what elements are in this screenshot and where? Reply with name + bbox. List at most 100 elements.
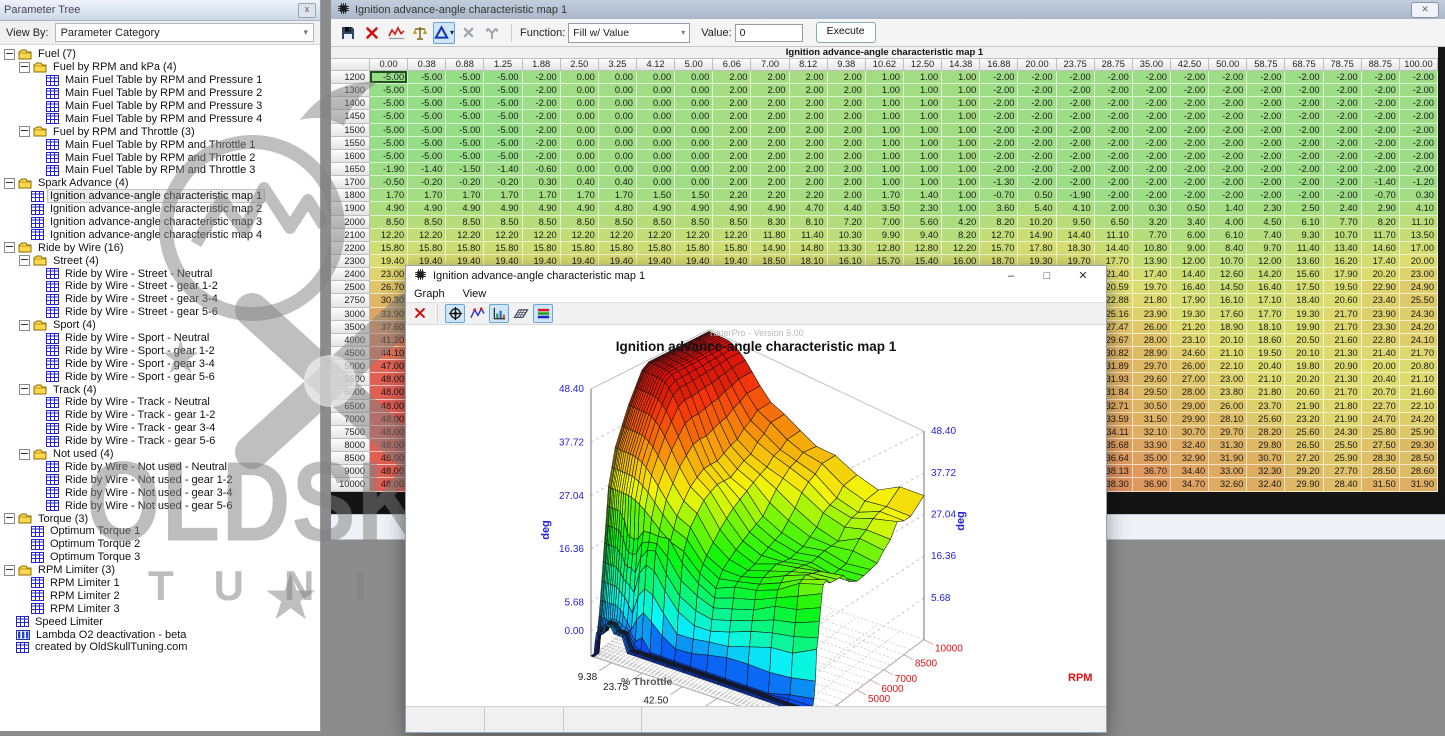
table-cell[interactable]: 48.00 bbox=[370, 426, 408, 439]
column-header[interactable]: 35.00 bbox=[1133, 59, 1171, 71]
table-cell[interactable]: -5.00 bbox=[370, 110, 408, 123]
table-cell[interactable]: 16.20 bbox=[1324, 255, 1362, 268]
table-cell[interactable]: 10.70 bbox=[1209, 255, 1247, 268]
table-cell[interactable]: 0.00 bbox=[675, 84, 713, 97]
expander-icon[interactable] bbox=[19, 126, 30, 137]
table-cell[interactable]: 12.80 bbox=[866, 242, 904, 255]
table-cell[interactable]: 25.90 bbox=[1400, 426, 1438, 439]
table-cell[interactable]: 14.40 bbox=[1057, 229, 1095, 242]
table-cell[interactable]: 0.00 bbox=[675, 150, 713, 163]
column-header[interactable]: 28.75 bbox=[1095, 59, 1133, 71]
table-cell[interactable]: 1.00 bbox=[942, 124, 980, 137]
table-cell[interactable]: 2.20 bbox=[790, 189, 828, 202]
save-icon[interactable] bbox=[337, 22, 359, 44]
table-cell[interactable]: 24.20 bbox=[1400, 413, 1438, 426]
table-cell[interactable]: 19.90 bbox=[1285, 321, 1323, 334]
table-cell[interactable]: 29.30 bbox=[1400, 439, 1438, 452]
table-cell[interactable]: 19.70 bbox=[1133, 281, 1171, 294]
table-cell[interactable]: 2.00 bbox=[828, 124, 866, 137]
table-cell[interactable]: 0.00 bbox=[561, 84, 599, 97]
table-cell[interactable]: 31.50 bbox=[1362, 478, 1400, 491]
table-cell[interactable]: -2.00 bbox=[1171, 71, 1209, 84]
table-cell[interactable]: -2.00 bbox=[1400, 110, 1438, 123]
table-cell[interactable]: 3.50 bbox=[866, 202, 904, 215]
table-cell[interactable]: -2.00 bbox=[1362, 163, 1400, 176]
table-cell[interactable]: 0.00 bbox=[675, 163, 713, 176]
table-cell[interactable]: 0.00 bbox=[599, 97, 637, 110]
table-cell[interactable]: 14.80 bbox=[790, 242, 828, 255]
table-cell[interactable]: 21.10 bbox=[1247, 373, 1285, 386]
table-cell[interactable]: -2.00 bbox=[1133, 84, 1171, 97]
table-cell[interactable]: 8.30 bbox=[751, 216, 789, 229]
table-cell[interactable]: 17.40 bbox=[1133, 268, 1171, 281]
table-cell[interactable]: -2.00 bbox=[1285, 124, 1323, 137]
table-cell[interactable]: 6.10 bbox=[1209, 229, 1247, 242]
tree-item[interactable]: Ride by Wire - Not used - gear 3-4 bbox=[0, 486, 320, 499]
table-cell[interactable]: 14.20 bbox=[1247, 268, 1285, 281]
function-select[interactable]: Fill w/ Value ▾ bbox=[568, 23, 690, 43]
table-cell[interactable]: -2.00 bbox=[1057, 176, 1095, 189]
table-cell[interactable]: 2.20 bbox=[751, 189, 789, 202]
table-cell[interactable]: -0.50 bbox=[370, 176, 408, 189]
table-cell[interactable]: 12.20 bbox=[599, 229, 637, 242]
table-cell[interactable]: -2.00 bbox=[1324, 189, 1362, 202]
table-cell[interactable]: 29.80 bbox=[1247, 439, 1285, 452]
table-cell[interactable]: 9.30 bbox=[1285, 229, 1323, 242]
trace-points-icon[interactable] bbox=[467, 304, 487, 323]
table-cell[interactable]: 1.00 bbox=[904, 71, 942, 84]
table-cell[interactable]: -2.00 bbox=[1095, 150, 1133, 163]
table-cell[interactable]: 0.00 bbox=[561, 163, 599, 176]
table-cell[interactable]: -2.00 bbox=[1018, 150, 1056, 163]
column-header[interactable]: 0.00 bbox=[370, 59, 408, 71]
tree-item[interactable]: Ride by Wire - Track - Neutral bbox=[0, 396, 320, 409]
table-cell[interactable]: 2.00 bbox=[828, 71, 866, 84]
column-header[interactable]: 5.00 bbox=[675, 59, 713, 71]
tree-item[interactable]: Optimum Torque 2 bbox=[0, 538, 320, 551]
table-cell[interactable]: 0.40 bbox=[561, 176, 599, 189]
table-cell[interactable]: 26.00 bbox=[1209, 400, 1247, 413]
column-header[interactable]: 88.75 bbox=[1362, 59, 1400, 71]
column-header[interactable]: 1.88 bbox=[523, 59, 561, 71]
table-cell[interactable]: 8.20 bbox=[1362, 216, 1400, 229]
table-cell[interactable]: -5.00 bbox=[408, 150, 446, 163]
table-cell[interactable]: 25.90 bbox=[1324, 452, 1362, 465]
table-cell[interactable]: 28.20 bbox=[1247, 426, 1285, 439]
column-header[interactable]: 9.38 bbox=[828, 59, 866, 71]
table-cell[interactable]: 17.10 bbox=[1247, 294, 1285, 307]
table-cell[interactable]: 18.40 bbox=[1285, 294, 1323, 307]
table-cell[interactable]: -2.00 bbox=[1400, 84, 1438, 97]
table-cell[interactable]: -2.00 bbox=[1018, 97, 1056, 110]
table-cell[interactable]: -2.00 bbox=[1285, 150, 1323, 163]
table-cell[interactable]: 1.70 bbox=[866, 189, 904, 202]
table-cell[interactable]: 21.70 bbox=[1400, 347, 1438, 360]
table-cell[interactable]: 30.30 bbox=[370, 294, 408, 307]
column-header[interactable]: 0.88 bbox=[446, 59, 484, 71]
table-cell[interactable]: 15.80 bbox=[561, 242, 599, 255]
table-cell[interactable]: -2.00 bbox=[980, 124, 1018, 137]
table-cell[interactable]: 2.00 bbox=[790, 150, 828, 163]
table-cell[interactable]: 20.20 bbox=[1285, 373, 1323, 386]
table-cell[interactable]: 18.60 bbox=[1247, 334, 1285, 347]
table-cell[interactable]: -2.00 bbox=[1209, 97, 1247, 110]
column-header[interactable]: 2.50 bbox=[561, 59, 599, 71]
table-cell[interactable]: 17.00 bbox=[1400, 242, 1438, 255]
table-cell[interactable]: -2.00 bbox=[1133, 110, 1171, 123]
table-cell[interactable]: -2.00 bbox=[1362, 150, 1400, 163]
table-cell[interactable]: 32.90 bbox=[1171, 452, 1209, 465]
table-cell[interactable]: 21.70 bbox=[1324, 308, 1362, 321]
table-cell[interactable]: 4.90 bbox=[713, 202, 751, 215]
table-cell[interactable]: 23.30 bbox=[1362, 321, 1400, 334]
row-header[interactable]: 8000 bbox=[331, 439, 370, 452]
expander-icon[interactable] bbox=[19, 384, 30, 395]
menu-view[interactable]: View bbox=[463, 288, 487, 300]
column-header[interactable]: 23.75 bbox=[1057, 59, 1095, 71]
table-cell[interactable]: 25.60 bbox=[1285, 426, 1323, 439]
table-cell[interactable]: -2.00 bbox=[980, 97, 1018, 110]
tree-item[interactable]: Ride by Wire - Street - gear 5-6 bbox=[0, 306, 320, 319]
table-cell[interactable]: 12.00 bbox=[1171, 255, 1209, 268]
table-cell[interactable]: 22.90 bbox=[1362, 281, 1400, 294]
table-cell[interactable]: 8.50 bbox=[713, 216, 751, 229]
table-cell[interactable]: 0.00 bbox=[675, 137, 713, 150]
table-cell[interactable]: 23.80 bbox=[1209, 386, 1247, 399]
tree-item[interactable]: Ride by Wire (16) bbox=[0, 241, 320, 254]
